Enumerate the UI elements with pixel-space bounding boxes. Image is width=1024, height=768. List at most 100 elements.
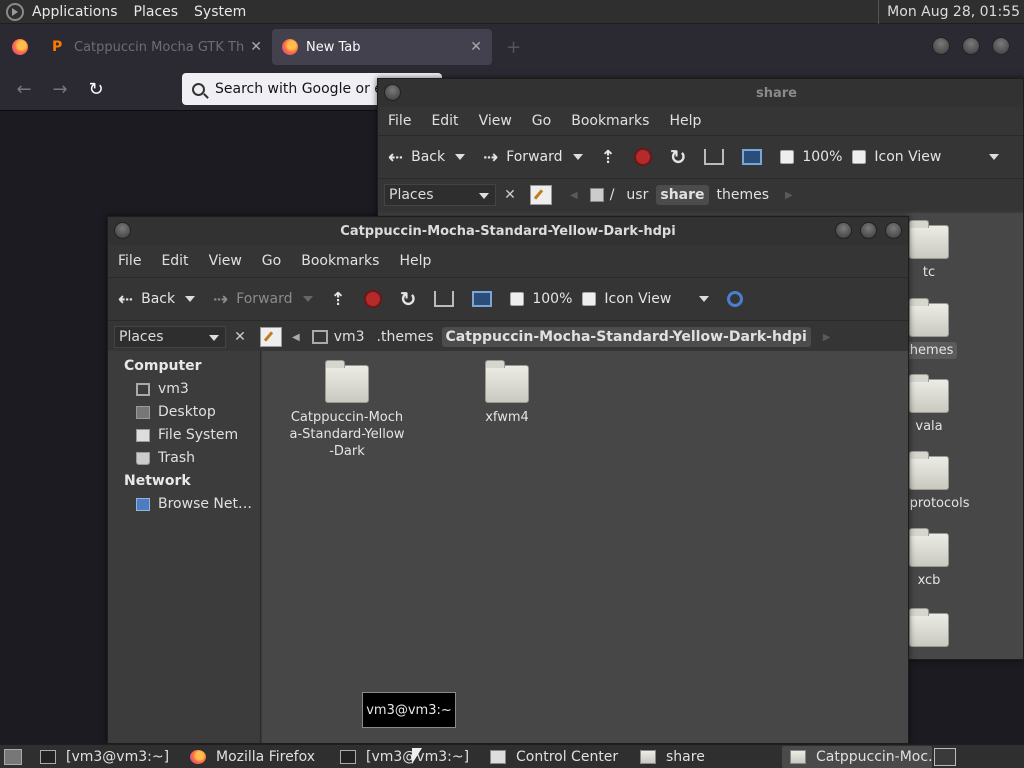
back-arrow-icon[interactable]: ← [6, 79, 42, 100]
zoom-control[interactable]: 100% [510, 291, 572, 307]
back-button[interactable]: ⇠ Back [388, 147, 466, 168]
view-selector[interactable]: Icon View [582, 291, 710, 307]
crumb-current[interactable]: Catppuccin-Mocha-Standard-Yellow-Dark-hd… [441, 327, 811, 347]
places-menu[interactable]: Places [126, 4, 187, 20]
folder-item[interactable]: xfwm4 [442, 360, 572, 426]
folder-item[interactable]: Catppuccin-Mocha-Standard-Yellow-Dark [282, 360, 412, 460]
back-button[interactable]: ⇠ Back [118, 289, 196, 310]
view-selector[interactable]: Icon View [852, 149, 1000, 165]
terminal-icon [40, 749, 56, 764]
crumb-vm3[interactable]: vm3 [308, 327, 369, 347]
zoom-in-icon[interactable] [582, 292, 597, 306]
home-icon [311, 330, 328, 344]
sidebar-item-browse-network[interactable]: Browse Net… [108, 493, 260, 516]
close-sidebar-icon[interactable]: ✕ [500, 187, 520, 203]
crumb-themes[interactable]: themes [713, 185, 774, 205]
crumb-usr[interactable]: usr [622, 185, 652, 205]
minimize-button[interactable] [932, 37, 950, 55]
forward-button[interactable]: ⇢ Forward [483, 147, 583, 168]
applications-menu[interactable]: Applications [24, 4, 126, 20]
show-desktop-icon[interactable] [4, 748, 22, 765]
home-button[interactable] [434, 291, 455, 307]
close-icon[interactable]: ✕ [250, 39, 262, 55]
chevron-down-icon[interactable] [455, 154, 466, 160]
sidebar-item-desktop[interactable]: Desktop [108, 401, 260, 424]
workspace-switcher-icon[interactable] [934, 747, 956, 766]
menu-view[interactable]: View [479, 113, 512, 129]
catppuccin-titlebar[interactable]: Catppuccin-Mocha-Standard-Yellow-Dark-hd… [108, 217, 908, 245]
pling-favicon-icon: P [52, 39, 63, 55]
up-button[interactable]: ⇡ [601, 147, 616, 168]
mate-logo-icon[interactable] [6, 2, 24, 21]
firefox-tab-strip: P Catppuccin Mocha GTK Th ✕ New Tab ✕ + [0, 25, 1024, 69]
crumb-left-arrow-icon[interactable]: ◀ [292, 332, 300, 343]
taskbar-item-catppuccin[interactable]: Catppuccin-Moc… [782, 745, 932, 768]
taskbar-item-terminal-2[interactable]: [vm3@vm3:~] [332, 746, 482, 768]
chevron-down-icon[interactable] [302, 296, 313, 302]
menu-help[interactable]: Help [399, 253, 431, 269]
stop-button[interactable] [363, 290, 382, 308]
forward-arrow-icon[interactable]: → [42, 79, 78, 100]
taskbar-item-control-center[interactable]: Control Center [482, 746, 632, 768]
tab-catppuccin[interactable]: P Catppuccin Mocha GTK Th ✕ [42, 29, 272, 65]
chevron-down-icon[interactable] [185, 296, 196, 302]
close-window-button[interactable] [885, 222, 902, 239]
crumb-themes[interactable]: .themes [373, 327, 438, 347]
file-view[interactable]: Catppuccin-Mocha-Standard-Yellow-Dark xf… [262, 351, 908, 743]
system-menu[interactable]: System [186, 4, 254, 20]
menu-bookmarks[interactable]: Bookmarks [571, 113, 649, 129]
firefox-menu-icon[interactable] [12, 39, 28, 55]
search-button[interactable] [727, 291, 744, 307]
crumb-left-arrow-icon[interactable]: ◀ [570, 190, 578, 201]
menu-edit[interactable]: Edit [431, 113, 458, 129]
places-selector[interactable]: Places [384, 184, 496, 206]
edit-location-icon[interactable] [260, 327, 282, 347]
tab-new-tab[interactable]: New Tab ✕ [272, 29, 492, 65]
crumb-right-arrow-icon[interactable]: ▶ [823, 332, 831, 343]
close-icon[interactable]: ✕ [470, 39, 482, 55]
share-titlebar[interactable]: share [378, 79, 1023, 107]
edit-location-icon[interactable] [530, 185, 552, 205]
menu-help[interactable]: Help [669, 113, 701, 129]
minimize-button[interactable] [835, 222, 852, 239]
new-tab-plus-icon[interactable]: + [506, 37, 521, 58]
chevron-down-icon[interactable] [572, 154, 583, 160]
menu-file[interactable]: File [118, 253, 141, 269]
maximize-button[interactable] [962, 37, 980, 55]
menu-go[interactable]: Go [262, 253, 281, 269]
taskbar-item-firefox[interactable]: Mozilla Firefox [182, 746, 332, 768]
menu-file[interactable]: File [388, 113, 411, 129]
computer-button[interactable] [472, 291, 493, 307]
close-window-button[interactable] [992, 37, 1010, 55]
forward-button[interactable]: ⇢ Forward [213, 289, 313, 310]
zoom-out-icon[interactable] [510, 292, 525, 306]
stop-button[interactable] [633, 148, 652, 166]
window-menu-button[interactable] [114, 222, 131, 239]
menu-go[interactable]: Go [532, 113, 551, 129]
taskbar-item-terminal-1[interactable]: [vm3@vm3:~] [32, 746, 182, 768]
reload-button[interactable]: ↻ [670, 145, 687, 169]
zoom-control[interactable]: 100% [780, 149, 842, 165]
close-sidebar-icon[interactable]: ✕ [230, 329, 250, 345]
home-button[interactable] [704, 149, 725, 165]
menu-edit[interactable]: Edit [161, 253, 188, 269]
sidebar-item-file-system[interactable]: File System [108, 424, 260, 447]
sidebar-item-vm3[interactable]: vm3 [108, 378, 260, 401]
reload-button[interactable]: ↻ [400, 287, 417, 311]
menu-bookmarks[interactable]: Bookmarks [301, 253, 379, 269]
zoom-out-icon[interactable] [780, 150, 795, 164]
crumb-root[interactable]: / [586, 185, 619, 205]
crumb-share[interactable]: share [656, 185, 709, 205]
menu-view[interactable]: View [209, 253, 242, 269]
maximize-button[interactable] [860, 222, 877, 239]
reload-icon[interactable]: ↻ [78, 79, 114, 100]
zoom-in-icon[interactable] [852, 150, 867, 164]
places-selector[interactable]: Places [114, 326, 226, 348]
panel-clock[interactable]: Mon Aug 28, 01:55 [878, 0, 1020, 24]
sidebar-item-trash[interactable]: Trash [108, 447, 260, 470]
crumb-right-arrow-icon[interactable]: ▶ [785, 190, 793, 201]
computer-button[interactable] [742, 149, 763, 165]
window-menu-button[interactable] [384, 84, 401, 101]
taskbar-item-share[interactable]: share [632, 746, 782, 768]
up-button[interactable]: ⇡ [331, 289, 346, 310]
